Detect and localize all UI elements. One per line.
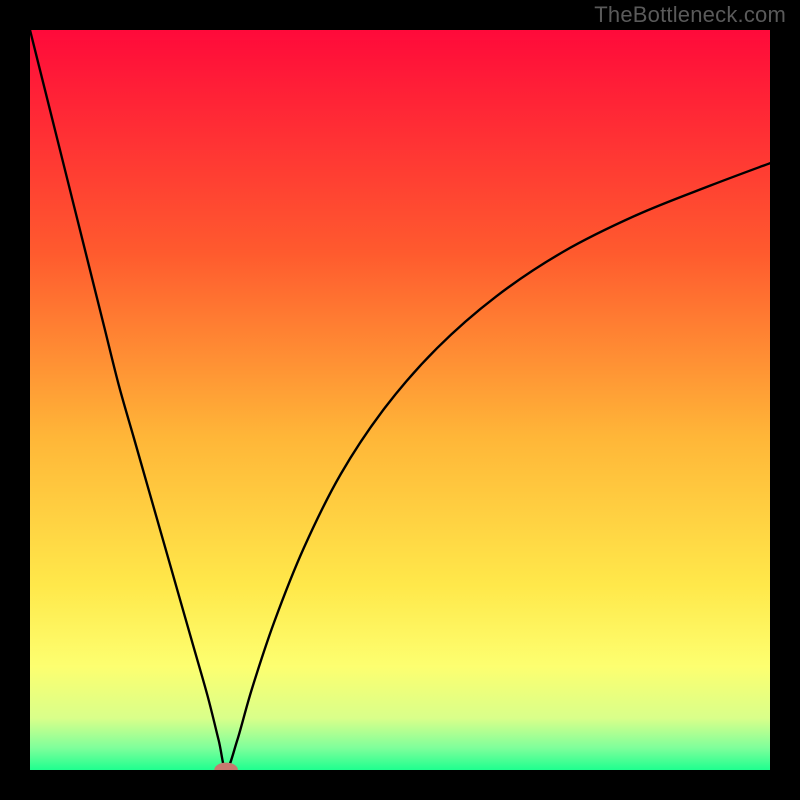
chart-container: TheBottleneck.com: [0, 0, 800, 800]
plot-area: [30, 30, 770, 770]
watermark-text: TheBottleneck.com: [594, 2, 786, 28]
gradient-background: [30, 30, 770, 770]
chart-svg: [30, 30, 770, 770]
